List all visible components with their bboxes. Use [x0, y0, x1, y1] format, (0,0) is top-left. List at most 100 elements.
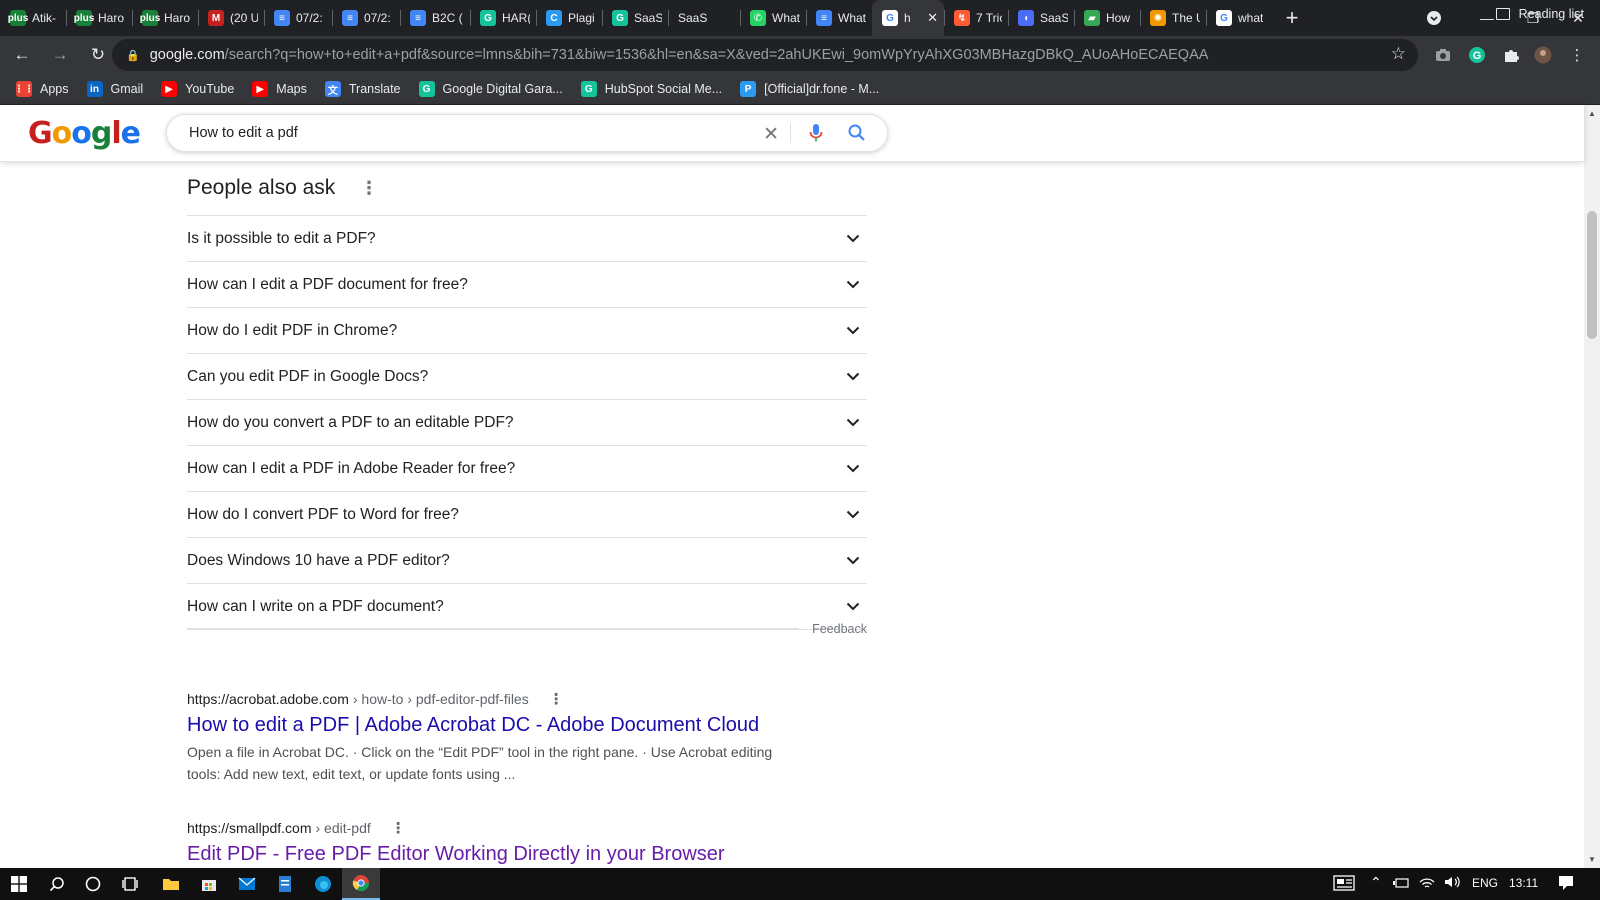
- people-also-ask-question[interactable]: Is it possible to edit a PDF?: [187, 216, 867, 262]
- battery-icon[interactable]: [1392, 876, 1410, 893]
- bookmark-item[interactable]: in Gmail: [86, 81, 143, 97]
- browser-tab[interactable]: Gwhat: [1206, 0, 1274, 36]
- bookmark-item[interactable]: G Google Digital Gara...: [418, 81, 563, 97]
- scrollbar-thumb[interactable]: [1587, 211, 1597, 339]
- browser-tab[interactable]: Gh ✕: [872, 0, 944, 36]
- bookmark-item[interactable]: ▶ YouTube: [161, 81, 234, 97]
- tray-chevron-icon[interactable]: ⌃: [1370, 874, 1382, 891]
- scroll-down-arrow-icon[interactable]: ▼: [1588, 855, 1596, 864]
- search-divider: [790, 123, 791, 143]
- chevron-down-icon[interactable]: [843, 229, 863, 249]
- task-view-icon[interactable]: [112, 868, 150, 900]
- chevron-down-icon[interactable]: [843, 321, 863, 341]
- browser-tab[interactable]: ◖ SaaS: [1008, 0, 1074, 36]
- wifi-icon[interactable]: [1418, 876, 1436, 893]
- microphone-icon[interactable]: [809, 123, 823, 147]
- people-also-ask-question[interactable]: How can I edit a PDF document for free?: [187, 262, 867, 308]
- question-text: How can I edit a PDF in Adobe Reader for…: [187, 459, 516, 477]
- result-title-link[interactable]: How to edit a PDF | Adobe Acrobat DC - A…: [187, 714, 807, 737]
- extensions-puzzle-icon[interactable]: [1500, 44, 1522, 66]
- cortana-icon[interactable]: [74, 868, 112, 900]
- people-also-ask-question[interactable]: How do I convert PDF to Word for free?: [187, 492, 867, 538]
- new-tab-icon[interactable]: +: [1278, 4, 1306, 32]
- tab-close-icon[interactable]: ✕: [923, 10, 938, 26]
- word-doc-icon[interactable]: [266, 868, 304, 900]
- browser-tab[interactable]: M (20 U: [198, 0, 264, 36]
- browser-tab[interactable]: G SaaS: [602, 0, 668, 36]
- scroll-up-arrow-icon[interactable]: ▲: [1588, 109, 1596, 118]
- browser-tab[interactable]: ↯ 7 Tric: [944, 0, 1008, 36]
- people-also-ask-question[interactable]: How do you convert a PDF to an editable …: [187, 400, 867, 446]
- chevron-down-icon[interactable]: [843, 413, 863, 433]
- profile-avatar-icon[interactable]: [1532, 44, 1554, 66]
- back-arrow-icon[interactable]: ←: [6, 39, 38, 71]
- browser-tab[interactable]: plus Haro: [66, 0, 132, 36]
- profile-menu-icon[interactable]: [1420, 0, 1448, 36]
- chevron-down-icon[interactable]: [843, 505, 863, 525]
- screenshot-extension-icon[interactable]: [1432, 44, 1454, 66]
- bookmark-label: YouTube: [185, 82, 235, 96]
- people-also-ask-question[interactable]: How do I edit PDF in Chrome?: [187, 308, 867, 354]
- file-explorer-icon[interactable]: [152, 868, 190, 900]
- search-results-page: People also ask ⋮ Is it possible to edit…: [0, 162, 1584, 868]
- browser-menu-icon[interactable]: ⋮: [1566, 44, 1588, 66]
- people-also-ask-question[interactable]: Does Windows 10 have a PDF editor?: [187, 538, 867, 584]
- chevron-down-icon[interactable]: [843, 275, 863, 295]
- address-bar[interactable]: 🔒 google.com/search?q=how+to+edit+a+pdf&…: [112, 39, 1418, 71]
- google-doodle-logo[interactable]: Google: [28, 115, 141, 153]
- news-widget-icon[interactable]: [1333, 875, 1355, 894]
- browser-tab[interactable]: ✆ What: [740, 0, 806, 36]
- people-also-ask-question[interactable]: Can you edit PDF in Google Docs?: [187, 354, 867, 400]
- browser-tab[interactable]: plus Atik-: [0, 0, 66, 36]
- reading-list-button[interactable]: Reading list: [1495, 7, 1584, 21]
- people-also-ask-question[interactable]: How can I edit a PDF in Adobe Reader for…: [187, 446, 867, 492]
- browser-tab[interactable]: ≡ 07/2:: [264, 0, 332, 36]
- clock-time[interactable]: 13:11: [1509, 876, 1538, 890]
- result-menu-icon[interactable]: ⋮: [549, 690, 564, 708]
- volume-icon[interactable]: [1444, 875, 1462, 892]
- result-url[interactable]: https://smallpdf.com › edit-pdf ⋮: [187, 819, 807, 837]
- clear-search-icon[interactable]: ✕: [763, 123, 779, 146]
- more-options-icon[interactable]: ⋮: [360, 178, 378, 199]
- bookmark-item[interactable]: ⋮⋮ Apps: [14, 81, 69, 97]
- grammarly-extension-icon[interactable]: G: [1466, 44, 1488, 66]
- search-taskbar-icon[interactable]: [38, 868, 76, 900]
- edge-icon[interactable]: [304, 868, 342, 900]
- mail-icon[interactable]: [228, 868, 266, 900]
- result-title-link[interactable]: Edit PDF - Free PDF Editor Working Direc…: [187, 843, 807, 866]
- bookmark-favicon-icon: ▶: [252, 81, 269, 97]
- bookmark-item[interactable]: 文 Translate: [324, 81, 401, 97]
- chevron-down-icon[interactable]: [843, 551, 863, 571]
- store-icon[interactable]: [190, 868, 228, 900]
- windows-start-icon[interactable]: [0, 868, 38, 900]
- bookmark-item[interactable]: G HubSpot Social Me...: [580, 81, 722, 97]
- result-menu-icon[interactable]: ⋮: [391, 819, 406, 837]
- search-input[interactable]: How to edit a pdf ✕: [166, 114, 888, 152]
- result-url[interactable]: https://acrobat.adobe.com › how-to › pdf…: [187, 690, 807, 708]
- browser-tab[interactable]: C Plagi: [536, 0, 602, 36]
- input-language[interactable]: ENG: [1472, 876, 1498, 890]
- browser-tab[interactable]: SaaS: [668, 0, 740, 36]
- feedback-link[interactable]: Feedback: [812, 622, 867, 636]
- chevron-down-icon[interactable]: [843, 459, 863, 479]
- browser-tab[interactable]: ≡ 07/2:: [332, 0, 400, 36]
- forward-arrow-icon[interactable]: →: [44, 39, 76, 71]
- chevron-down-icon[interactable]: [843, 367, 863, 387]
- bookmark-star-icon[interactable]: ☆: [1391, 44, 1406, 64]
- tab-title: What: [838, 11, 866, 25]
- chrome-taskbar-icon[interactable]: [342, 868, 380, 900]
- search-magnifier-icon[interactable]: [847, 123, 867, 147]
- browser-tab[interactable]: ✺ The U: [1140, 0, 1206, 36]
- bookmark-item[interactable]: ▶ Maps: [252, 81, 307, 97]
- browser-tab[interactable]: ≡ What: [806, 0, 872, 36]
- question-text: How can I edit a PDF document for free?: [187, 275, 468, 293]
- page-scrollbar[interactable]: ▲ ▼: [1584, 105, 1600, 868]
- bookmark-item[interactable]: P [Official]dr.fone - M...: [740, 81, 879, 97]
- reload-icon[interactable]: ↻: [82, 39, 114, 71]
- browser-tab[interactable]: ≡ B2C (: [400, 0, 470, 36]
- browser-tab[interactable]: ▰ How: [1074, 0, 1140, 36]
- browser-tab[interactable]: G HAR(: [470, 0, 536, 36]
- chevron-down-icon[interactable]: [843, 597, 863, 617]
- notifications-icon[interactable]: [1558, 875, 1574, 894]
- browser-tab[interactable]: plus Haro: [132, 0, 198, 36]
